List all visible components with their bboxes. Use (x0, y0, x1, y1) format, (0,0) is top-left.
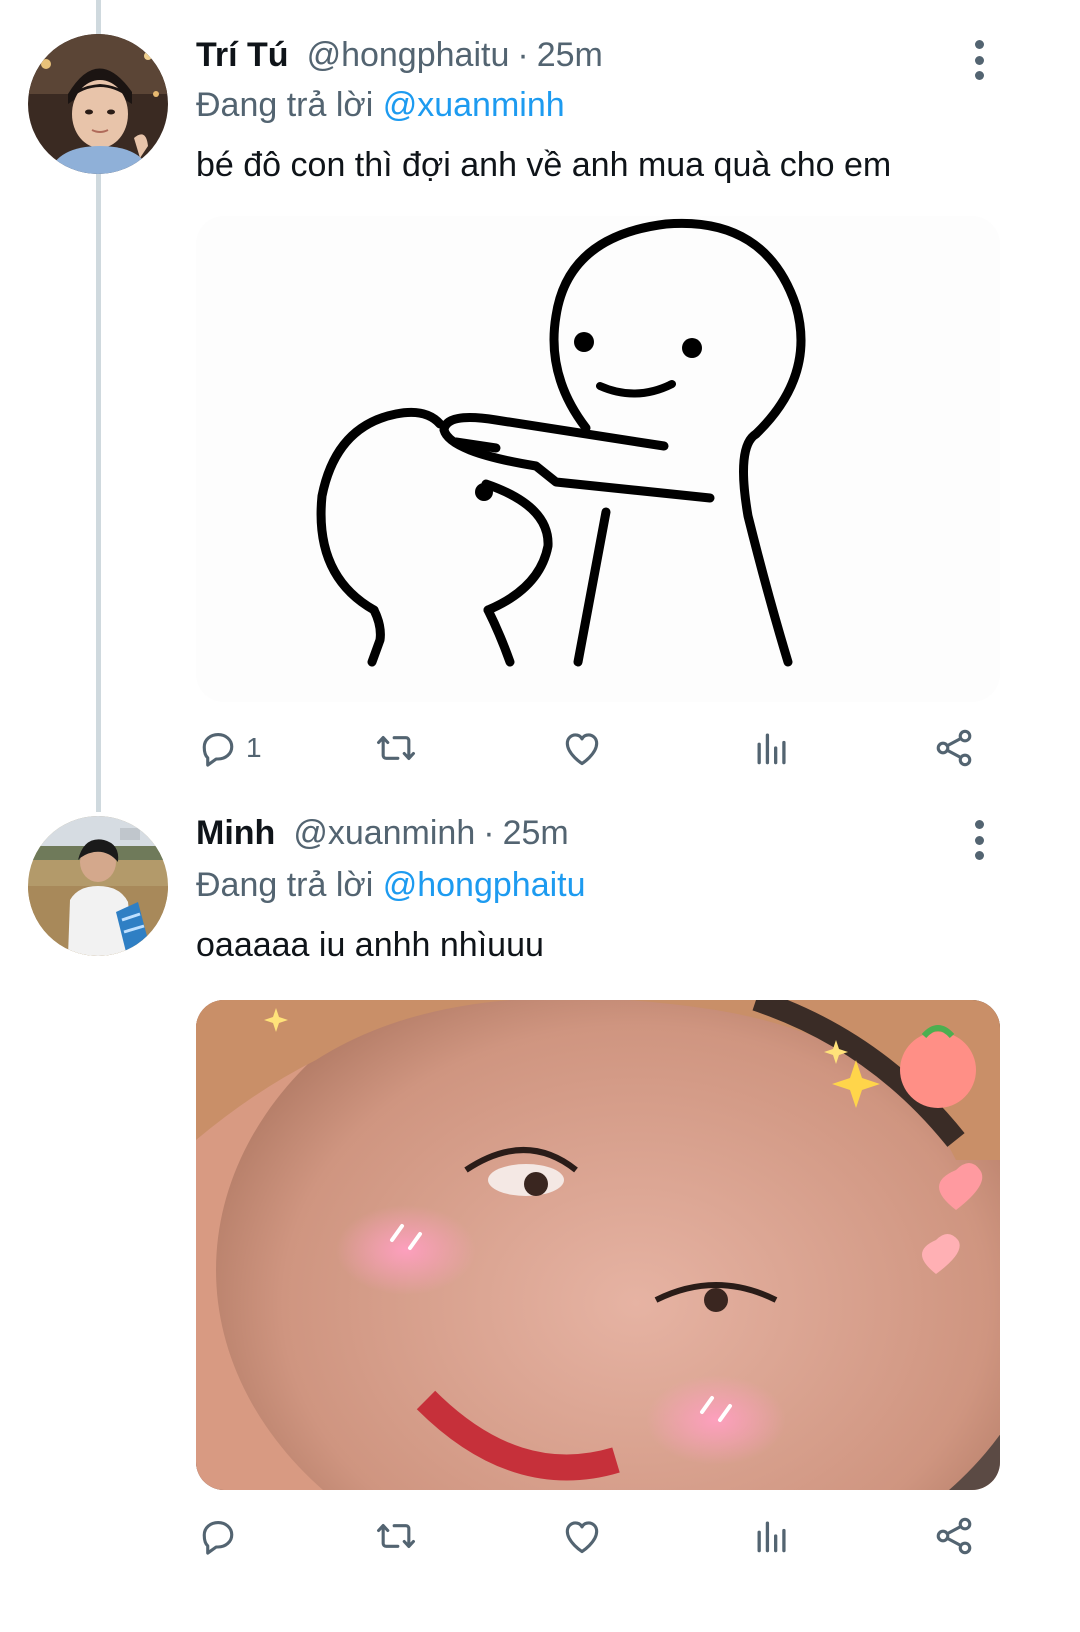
tweet-media-image[interactable] (196, 216, 1000, 702)
like-button[interactable] (560, 1514, 604, 1558)
tweet[interactable]: Trí Tú @hongphaitu · 25m Đang trả lời @x… (0, 0, 1080, 810)
share-button[interactable] (932, 726, 976, 770)
like-icon (565, 1521, 599, 1554)
separator: · (517, 36, 529, 74)
display-name[interactable]: Minh (196, 814, 275, 853)
share-button[interactable] (932, 1514, 976, 1558)
reply-icon (202, 1521, 234, 1555)
more-vertical-icon[interactable] (964, 40, 994, 80)
replying-prefix: Đang trả lời (196, 86, 374, 124)
reply-button[interactable]: 1 (196, 726, 262, 770)
like-icon (565, 733, 599, 766)
tweet-header: Trí Tú @hongphaitu · 25m (196, 36, 603, 86)
tweet[interactable]: Minh @xuanminh · 25m Đang trả lời @hongp… (0, 810, 1080, 1632)
retweet-icon (377, 735, 415, 761)
mention-link[interactable]: @hongphaitu (383, 866, 586, 904)
timestamp[interactable]: 25m (537, 36, 603, 75)
avatar[interactable] (28, 816, 168, 956)
tweet-text: bé đô con thì đợi anh về anh mua quà cho… (196, 146, 892, 184)
tweet-header: Minh @xuanminh · 25m (196, 814, 569, 864)
replying-to: Đang trả lời @hongphaitu (196, 866, 586, 905)
more-vertical-icon[interactable] (964, 820, 994, 860)
tweet-actions: 1 (196, 720, 1000, 776)
reply-button[interactable] (196, 1514, 246, 1558)
tweet-actions (196, 1508, 1000, 1564)
display-name[interactable]: Trí Tú (196, 36, 289, 75)
stats-icon (757, 733, 786, 765)
like-button[interactable] (560, 726, 604, 770)
replying-prefix: Đang trả lời (196, 866, 374, 904)
stats-button[interactable] (750, 726, 794, 770)
avatar[interactable] (28, 34, 168, 174)
timestamp[interactable]: 25m (503, 814, 569, 853)
reply-icon (202, 733, 234, 767)
share-icon (936, 729, 972, 767)
retweet-button[interactable] (374, 726, 418, 770)
share-icon (936, 1517, 972, 1555)
user-handle[interactable]: @xuanminh (293, 814, 475, 853)
separator: · (483, 814, 495, 852)
stats-button[interactable] (750, 1514, 794, 1558)
retweet-button[interactable] (374, 1514, 418, 1558)
replying-to: Đang trả lời @xuanminh (196, 86, 565, 125)
retweet-icon (377, 1523, 415, 1549)
stats-icon (757, 1521, 786, 1553)
mention-link[interactable]: @xuanminh (383, 86, 565, 124)
tweet-media-image[interactable] (196, 1000, 1000, 1490)
user-handle[interactable]: @hongphaitu (307, 36, 510, 75)
reply-count: 1 (246, 732, 262, 763)
tweet-text: oaaaaa iu anhh nhìuuu (196, 926, 544, 964)
